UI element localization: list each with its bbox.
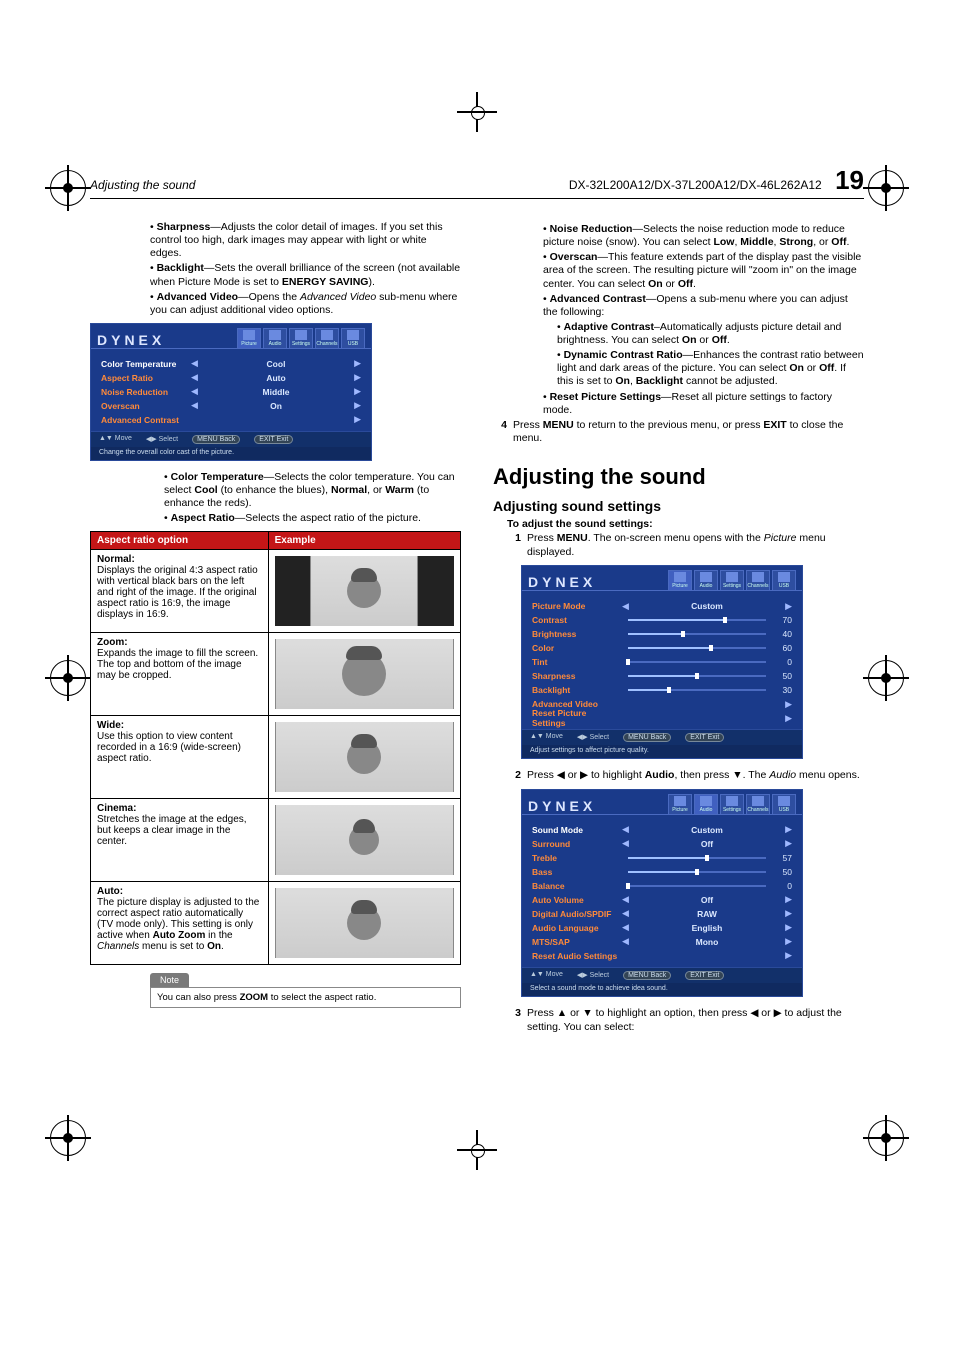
aspect-row-zoom: Zoom:Expands the image to fill the scree… <box>91 633 461 716</box>
osd-row: Balance0 <box>532 879 792 893</box>
aspect-col-option: Aspect ratio option <box>91 532 269 550</box>
color-temp-aspect-bullets: Color Temperature—Selects the color temp… <box>150 471 461 526</box>
step-3: 3 Press ▲ or ▼ to highlight an option, t… <box>493 1007 864 1034</box>
picture-settings-bullets: Sharpness—Adjusts the color detail of im… <box>150 221 461 317</box>
header-models: DX-32L200A12/DX-37L200A12/DX-46L262A12 <box>569 178 822 192</box>
osd-row: Bass50 <box>532 865 792 879</box>
osd-audio-menu: DYNEXPictureAudioSettingsChannelsUSBSoun… <box>521 789 803 997</box>
osd-row: Picture Mode◀Custom▶ <box>532 599 792 613</box>
osd-row: Aspect Ratio◀Auto▶ <box>101 371 361 385</box>
osd-row: MTS/SAP◀Mono▶ <box>532 935 792 949</box>
reg-mark <box>868 170 904 206</box>
procedure-heading: To adjust the sound settings: <box>507 518 864 530</box>
aspect-row-wide: Wide:Use this option to view content rec… <box>91 716 461 799</box>
osd-row: Auto Volume◀Off▶ <box>532 893 792 907</box>
osd-row: Surround◀Off▶ <box>532 837 792 851</box>
osd-tab-audio: Audio <box>694 570 718 590</box>
osd-row: Audio Language◀English▶ <box>532 921 792 935</box>
osd-row: Sound Mode◀Custom▶ <box>532 823 792 837</box>
aspect-ratio-table: Aspect ratio option Example Normal:Displ… <box>90 531 461 965</box>
osd-row: Reset Picture Settings▶ <box>532 711 792 725</box>
osd-advanced-video: DYNEXPictureAudioSettingsChannelsUSBColo… <box>90 323 372 461</box>
osd-tab-picture: Picture <box>668 794 692 814</box>
page-header: Adjusting the sound DX-32L200A12/DX-37L2… <box>90 165 864 199</box>
reg-mark <box>50 660 86 696</box>
aspect-col-example: Example <box>268 532 460 550</box>
step-1: 1 Press MENU. The on-screen menu opens w… <box>493 532 864 559</box>
osd-tab-audio: Audio <box>694 794 718 814</box>
osd-tab-usb: USB <box>772 570 796 590</box>
page-number: 19 <box>835 165 864 195</box>
crop-mark <box>457 92 497 132</box>
osd-row: Noise Reduction◀Middle▶ <box>101 385 361 399</box>
osd-row: Backlight30 <box>532 683 792 697</box>
crop-mark <box>457 1130 497 1170</box>
aspect-row-normal: Normal:Displays the original 4:3 aspect … <box>91 550 461 633</box>
osd-row: Sharpness50 <box>532 669 792 683</box>
reg-mark <box>868 660 904 696</box>
osd-tab-channels: Channels <box>315 328 339 348</box>
osd-row: Contrast70 <box>532 613 792 627</box>
osd-tab-usb: USB <box>772 794 796 814</box>
osd-row: Overscan◀On▶ <box>101 399 361 413</box>
osd-row: Color60 <box>532 641 792 655</box>
note-tab: Note <box>150 973 189 987</box>
osd-row: Digital Audio/SPDIF◀RAW▶ <box>532 907 792 921</box>
osd-tab-channels: Channels <box>746 794 770 814</box>
osd-row: Reset Audio Settings▶ <box>532 949 792 963</box>
aspect-row-auto: Auto:The picture display is adjusted to … <box>91 882 461 965</box>
note-box: Note You can also press ZOOM to select t… <box>150 973 461 1008</box>
osd-tab-usb: USB <box>341 328 365 348</box>
aspect-row-cinema: Cinema:Stretches the image at the edges,… <box>91 799 461 882</box>
note-body: You can also press ZOOM to select the as… <box>150 987 461 1008</box>
osd-tab-settings: Settings <box>289 328 313 348</box>
header-section: Adjusting the sound <box>90 178 195 192</box>
osd-tab-picture: Picture <box>668 570 692 590</box>
osd-row: Advanced Contrast▶ <box>101 413 361 427</box>
osd-row: Color Temperature◀Cool▶ <box>101 357 361 371</box>
osd-tab-settings: Settings <box>720 794 744 814</box>
osd-tab-channels: Channels <box>746 570 770 590</box>
step-2: 2 Press ◀ or ▶ to highlight Audio, then … <box>493 769 864 783</box>
reg-mark <box>50 1120 86 1156</box>
osd-row: Treble57 <box>532 851 792 865</box>
osd-tab-settings: Settings <box>720 570 744 590</box>
subsection-heading: Adjusting sound settings <box>493 498 864 514</box>
osd-row: Brightness40 <box>532 627 792 641</box>
osd-tab-picture: Picture <box>237 328 261 348</box>
osd-row: Tint0 <box>532 655 792 669</box>
step-4: 4 Press MENU to return to the previous m… <box>493 419 864 446</box>
osd-tab-audio: Audio <box>263 328 287 348</box>
section-heading: Adjusting the sound <box>493 464 864 490</box>
reg-mark <box>868 1120 904 1156</box>
osd-picture-menu: DYNEXPictureAudioSettingsChannelsUSBPict… <box>521 565 803 759</box>
advanced-video-bullets: Noise Reduction—Selects the noise reduct… <box>529 223 864 417</box>
reg-mark <box>50 170 86 206</box>
